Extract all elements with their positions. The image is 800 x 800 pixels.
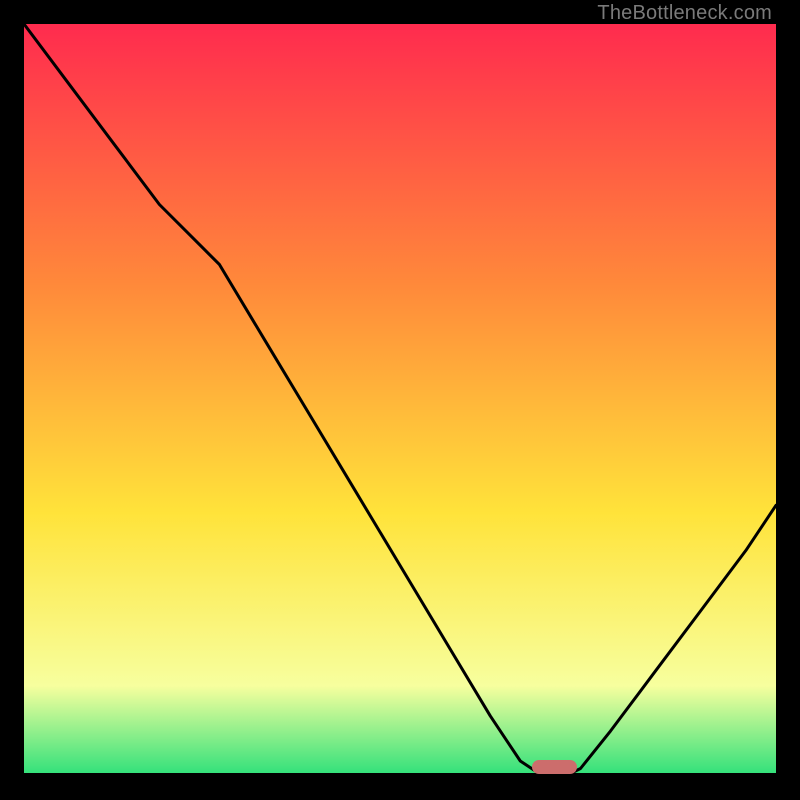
watermark-text: TheBottleneck.com <box>597 2 772 25</box>
chart-canvas <box>24 24 776 776</box>
x-axis-line <box>24 773 776 776</box>
optimal-marker <box>532 760 577 774</box>
chart-frame <box>24 24 776 776</box>
